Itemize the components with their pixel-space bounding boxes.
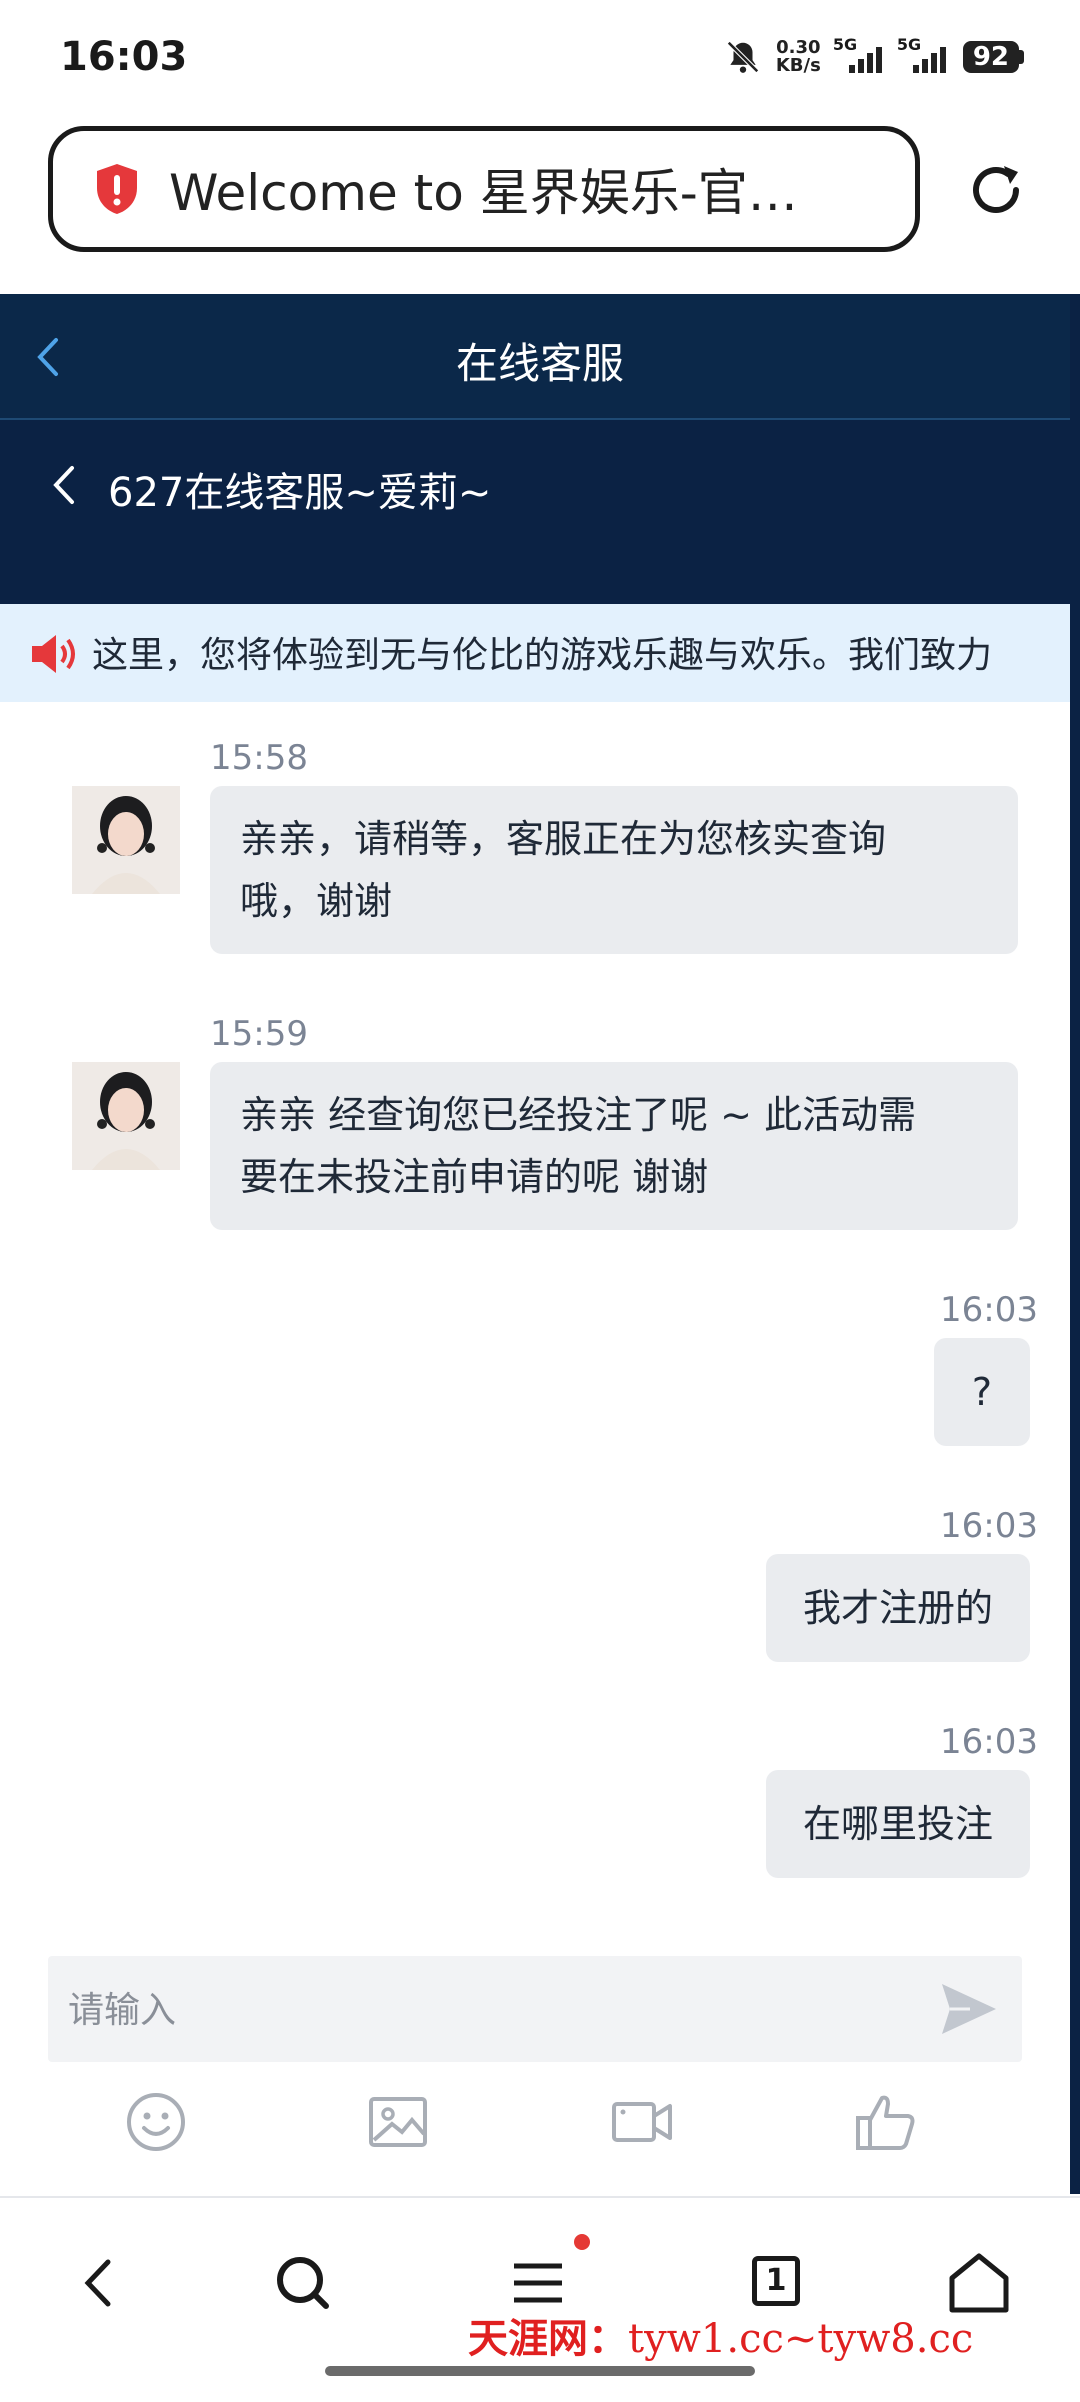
chat-header: 在线客服 [0, 294, 1080, 420]
notification-dot [574, 2234, 590, 2250]
message-time: 15:58 [210, 738, 308, 778]
status-time: 16:03 [60, 34, 188, 80]
avatar [72, 1062, 180, 1170]
agent-avatar-image [72, 1062, 180, 1170]
message-bubble: 在哪里投注 [766, 1770, 1030, 1878]
message-bubble: 亲亲，请稍等，客服正在为您核实查询 哦，谢谢 [210, 786, 1018, 954]
signal-icon: 5G [833, 35, 885, 73]
message-time: 16:03 [940, 1506, 1038, 1546]
chat-title: 在线客服 [455, 339, 624, 388]
emoji-icon[interactable] [124, 2090, 188, 2154]
image-icon[interactable] [366, 2090, 430, 2154]
avatar [72, 786, 180, 894]
battery-icon: 92 [962, 41, 1024, 73]
announcement-marquee: 这里，您将体验到无与伦比的游戏乐趣与欢乐。我们致力 [0, 604, 1070, 702]
message-time: 16:03 [940, 1722, 1038, 1762]
page-title: Welcome to 星界娱乐-官方… [169, 164, 829, 222]
watermark: 天涯网：tyw1.cc~tyw8.cc [468, 2315, 974, 2362]
gesture-bar[interactable] [325, 2366, 755, 2376]
back-icon[interactable] [64, 2248, 134, 2318]
message-time: 15:59 [210, 1014, 308, 1054]
agent-avatar-image [72, 786, 180, 894]
shield-icon [97, 164, 137, 214]
thumbs-up-icon[interactable] [854, 2090, 918, 2154]
message-time: 16:03 [940, 1290, 1038, 1330]
agent-name: 627在线客服~爱莉~ [108, 470, 492, 516]
chat-frame [1070, 294, 1080, 2194]
message-input-box [48, 1956, 1022, 2064]
speaker-icon [28, 634, 82, 676]
status-icons: 0.30 KB/s 5G 5G 92 [724, 35, 1024, 76]
agent-bar: 627在线客服~爱莉~ [0, 420, 1070, 604]
tab-switcher-button[interactable]: 1 [752, 2256, 800, 2306]
silent-bell-icon [726, 41, 759, 73]
message-bubble: 我才注册的 [766, 1554, 1030, 1662]
network-speed: 0.30 KB/s [775, 37, 821, 76]
reload-icon[interactable] [964, 158, 1028, 222]
message-input[interactable] [66, 1956, 930, 2064]
message-bubble: 亲亲 经查询您已经投注了呢 ~ 此活动需 要在未投注前申请的呢 谢谢 [210, 1062, 1018, 1230]
marquee-text: 这里，您将体验到无与伦比的游戏乐趣与欢乐。我们致力 [92, 635, 993, 676]
video-icon[interactable] [610, 2090, 674, 2154]
search-icon[interactable] [268, 2248, 338, 2318]
status-bar: 16:03 0.30 KB/s 5G 5G 92 [0, 0, 1080, 120]
signal-icon: 5G [897, 35, 949, 73]
chat-toolbar [0, 2090, 1070, 2160]
send-icon[interactable] [940, 1980, 998, 2038]
back-icon[interactable] [48, 462, 78, 508]
message-bubble: ? [934, 1338, 1030, 1446]
address-bar[interactable]: Welcome to 星界娱乐-官方… [48, 126, 920, 252]
